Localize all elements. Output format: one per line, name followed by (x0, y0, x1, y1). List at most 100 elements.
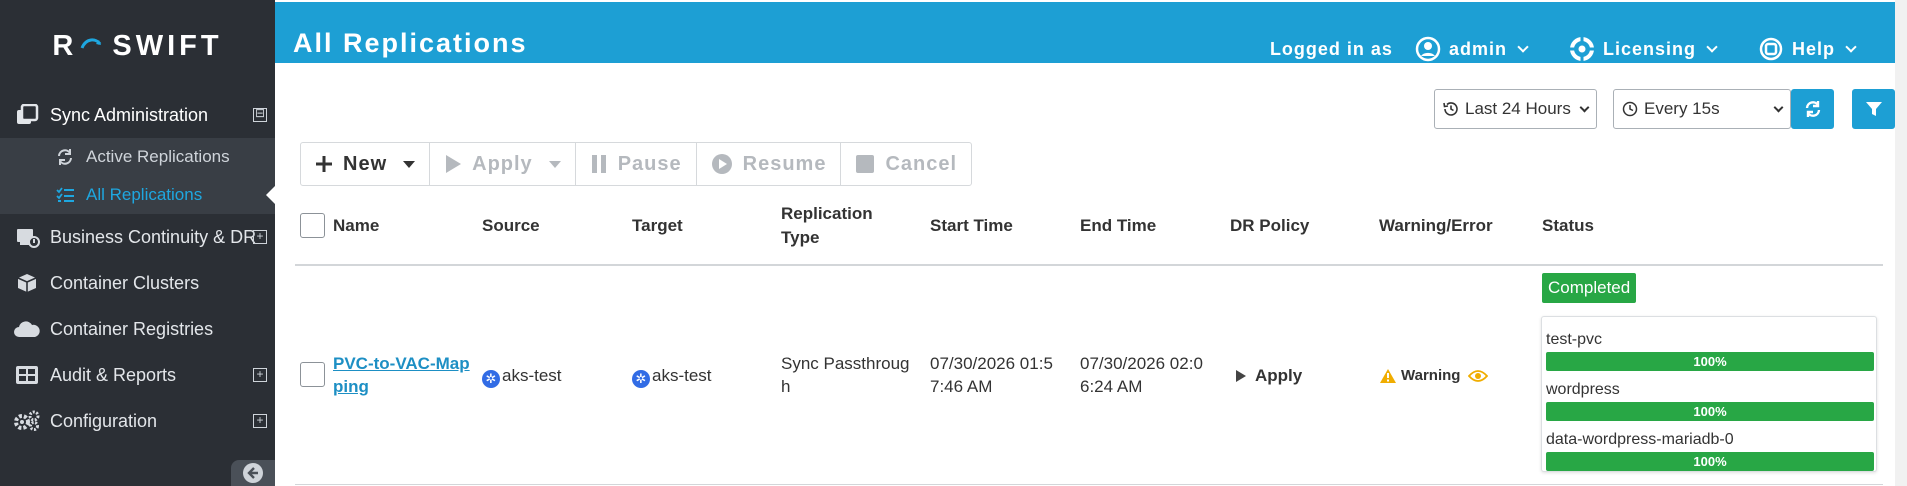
column-header-warning-error[interactable]: Warning/Error (1379, 216, 1493, 236)
pause-button[interactable]: Pause (576, 143, 697, 185)
column-header-replication-type[interactable]: Replication Type (781, 204, 873, 248)
cancel-button[interactable]: Cancel (841, 143, 971, 185)
refresh-interval-select[interactable]: Every 15s (1613, 89, 1791, 129)
warning-triangle-icon (1380, 368, 1396, 383)
pvc-name: test-pvc (1546, 331, 1603, 348)
resume-label: Resume (742, 152, 827, 175)
column-header-end-time[interactable]: End Time (1080, 216, 1156, 236)
column-header-source[interactable]: Source (482, 216, 540, 236)
sidebar-item-business-continuity[interactable]: Business Continuity & DR + (0, 214, 275, 260)
resume-button[interactable]: Resume (697, 143, 842, 185)
progress-bar: 100% (1546, 402, 1874, 421)
help-label: Help (1791, 38, 1835, 59)
header-user-area: Logged in as admin Licensing Help (1269, 36, 1857, 62)
replication-name-link[interactable]: PVC-to-VAC-Map ping (333, 352, 470, 398)
arrow-left-circle-icon (243, 463, 263, 483)
sidebar-item-label: Audit & Reports (50, 364, 177, 385)
eye-icon[interactable] (1468, 369, 1489, 383)
column-header-name[interactable]: Name (333, 216, 379, 236)
licensing-menu[interactable]: Licensing (1569, 36, 1718, 62)
expand-section-icon[interactable]: + (253, 368, 267, 382)
list-check-icon (54, 187, 76, 203)
help-menu[interactable]: Help (1758, 36, 1857, 62)
new-label: New (343, 152, 388, 175)
cloud-icon (12, 318, 42, 340)
pvc-name: data-wordpress-mariadb-0 (1546, 431, 1734, 448)
sidebar-item-sync-administration[interactable]: Sync Administration ⊟ (0, 92, 275, 138)
sync-icon (54, 148, 76, 166)
sidebar-item-audit-reports[interactable]: Audit & Reports + (0, 352, 275, 398)
column-header-target[interactable]: Target (632, 216, 683, 236)
sidebar-item-label: All Replications (86, 185, 203, 204)
time-range-select[interactable]: Last 24 Hours (1434, 89, 1597, 129)
row-select-checkbox[interactable] (300, 362, 325, 387)
start-time: 07/30/2026 01:5 7:46 AM (930, 354, 1053, 396)
source-cluster: ✲ aks-test (482, 364, 562, 388)
play-circle-icon (711, 154, 732, 174)
pause-label: Pause (617, 152, 682, 175)
user-name: admin (1448, 38, 1507, 59)
pvc-progress-list: test-pvc 100% wordpress 100% data-wordpr… (1541, 316, 1877, 472)
sidebar-item-container-clusters[interactable]: Container Clusters (0, 260, 275, 306)
play-icon (1236, 369, 1246, 382)
clock-icon (1622, 101, 1638, 117)
kubernetes-icon: ✲ (482, 369, 500, 388)
expand-section-icon[interactable]: + (253, 230, 267, 244)
sidebar-item-label: Container Registries (50, 318, 214, 339)
cube-icon (12, 272, 42, 294)
user-menu[interactable]: admin (1415, 36, 1529, 62)
app-window: R SWIFT Sync Administration ⊟ Active Rep… (0, 0, 1907, 486)
chevron-down-icon (1845, 41, 1857, 53)
lifebuoy-icon (1569, 37, 1594, 61)
table-row-divider (295, 484, 1883, 485)
action-toolbar: New Apply Pause Resume Cancel (300, 142, 973, 186)
page-title: All Replications (293, 28, 528, 58)
sidebar-item-label: Configuration (50, 410, 158, 431)
select-all-checkbox[interactable] (300, 213, 325, 238)
brand-logo[interactable]: R SWIFT (0, 0, 275, 92)
page-scrollbar[interactable] (1895, 0, 1907, 486)
target-cluster: ✲ aks-test (632, 364, 712, 388)
column-header-dr-policy[interactable]: DR Policy (1230, 216, 1309, 236)
new-button[interactable]: New (301, 143, 431, 185)
user-circle-icon (1415, 36, 1441, 62)
refresh-icon (1805, 101, 1820, 117)
top-header: All Replications Logged in as admin Lice… (275, 2, 1895, 63)
progress-bar: 100% (1546, 352, 1874, 371)
sidebar-item-container-registries[interactable]: Container Registries (0, 306, 275, 352)
refresh-button[interactable] (1791, 89, 1834, 129)
sidebar-item-configuration[interactable]: Configuration + (0, 398, 275, 444)
progress-fill: 100% (1546, 452, 1874, 471)
stop-icon (856, 155, 875, 173)
sidebar-item-all-replications[interactable]: All Replications (0, 176, 275, 214)
filter-button[interactable] (1852, 89, 1895, 129)
status-badge: Completed (1542, 273, 1637, 303)
expand-section-icon[interactable]: + (253, 414, 267, 428)
cancel-label: Cancel (885, 152, 958, 175)
logged-in-label: Logged in as (1269, 38, 1393, 59)
sidebar-item-active-replications[interactable]: Active Replications (0, 138, 275, 176)
apply-button[interactable]: Apply (430, 143, 576, 185)
play-icon (446, 155, 462, 173)
warning-indicator[interactable]: Warning (1379, 364, 1489, 387)
licensing-label: Licensing (1602, 38, 1696, 59)
dr-policy-apply[interactable]: Apply (1235, 364, 1302, 387)
chevron-down-icon (1579, 102, 1590, 113)
column-header-status[interactable]: Status (1542, 216, 1594, 236)
end-time: 07/30/2026 02:0 6:24 AM (1080, 354, 1203, 396)
grid-icon (12, 364, 42, 386)
sidebar-item-label: Sync Administration (50, 104, 209, 125)
progress-fill: 100% (1546, 352, 1874, 371)
collapse-sidebar-button[interactable] (231, 460, 275, 486)
collapse-section-icon[interactable]: ⊟ (253, 107, 267, 122)
plus-icon (316, 156, 332, 172)
progress-fill: 100% (1546, 402, 1874, 421)
disaster-recovery-icon (12, 226, 42, 248)
caret-down-icon (548, 160, 561, 168)
sidebar-item-label: Container Clusters (50, 272, 200, 293)
time-range-value: Last 24 Hours (1465, 99, 1571, 118)
column-header-start-time[interactable]: Start Time (930, 216, 1013, 236)
list-item: wordpress 100% (1546, 381, 1874, 421)
copy-icon (12, 104, 42, 126)
sidebar-item-label: Business Continuity & DR (50, 226, 257, 247)
